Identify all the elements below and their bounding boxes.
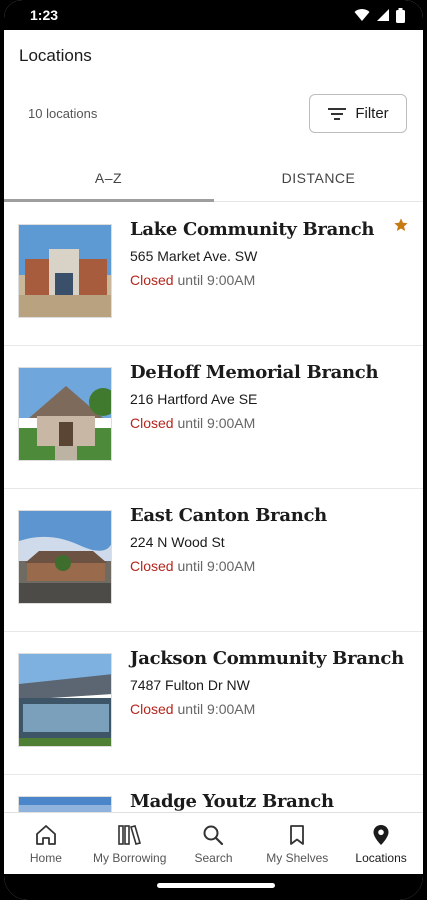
status-closed: Closed: [130, 272, 174, 288]
filter-label: Filter: [355, 105, 389, 122]
location-address: 224 N Wood St: [130, 534, 225, 550]
location-hours: Closed until 9:00AM: [130, 272, 255, 288]
location-row-jackson-community[interactable]: Jackson Community Branch 7487 Fulton Dr …: [4, 632, 423, 775]
nav-home[interactable]: Home: [4, 813, 88, 874]
bottom-navigation: Home My Borrowing Search My Shelves Loca…: [4, 812, 423, 874]
bookmark-icon: [290, 825, 305, 845]
status-closed: Closed: [130, 415, 174, 431]
search-icon: [203, 825, 224, 846]
hours-until: until 9:00AM: [173, 272, 256, 288]
device-frame: 1:23 Locations 10 locations Filter A–Z D…: [0, 0, 427, 900]
nav-my-borrowing[interactable]: My Borrowing: [88, 813, 172, 874]
gesture-handle[interactable]: [157, 883, 275, 888]
status-closed: Closed: [130, 701, 174, 717]
tab-indicator: [4, 199, 214, 202]
location-row-madge-youtz[interactable]: Madge Youtz Branch: [4, 775, 423, 813]
location-hours: Closed until 9:00AM: [130, 415, 255, 431]
location-hours: Closed until 9:00AM: [130, 701, 255, 717]
location-photo: [18, 224, 112, 318]
battery-icon: [396, 7, 405, 23]
nav-locations[interactable]: Locations: [339, 813, 423, 874]
location-photo: [18, 367, 112, 461]
page-title: Locations: [19, 46, 92, 65]
locations-count: 10 locations: [28, 106, 98, 121]
nav-my-shelves[interactable]: My Shelves: [255, 813, 339, 874]
status-bar: 1:23: [4, 0, 423, 30]
filter-icon: [328, 107, 347, 120]
location-hours: Closed until 9:00AM: [130, 558, 255, 574]
sort-tabs: A–Z DISTANCE: [4, 156, 423, 202]
status-icons: [354, 7, 405, 23]
location-photo: [18, 653, 112, 747]
location-name: East Canton Branch: [130, 505, 327, 526]
location-row-lake-community[interactable]: Lake Community Branch 565 Market Ave. SW…: [4, 203, 423, 346]
location-row-dehoff-memorial[interactable]: DeHoff Memorial Branch 216 Hartford Ave …: [4, 346, 423, 489]
location-name: DeHoff Memorial Branch: [130, 362, 379, 383]
location-address: 7487 Fulton Dr NW: [130, 677, 250, 693]
favorite-star-icon[interactable]: [393, 217, 409, 233]
app-screen: 1:23 Locations 10 locations Filter A–Z D…: [4, 0, 423, 900]
location-address: 216 Hartford Ave SE: [130, 391, 258, 407]
nav-label: Locations: [355, 851, 407, 865]
nav-label: Home: [29, 851, 62, 865]
nav-label: Search: [194, 851, 233, 865]
nav-label: My Shelves: [266, 851, 329, 865]
status-closed: Closed: [130, 558, 174, 574]
nav-search[interactable]: Search: [172, 813, 256, 874]
books-icon: [117, 825, 141, 845]
wifi-icon: [354, 9, 370, 21]
location-name: Lake Community Branch: [130, 219, 375, 240]
signal-icon: [377, 9, 389, 21]
location-photo: [18, 796, 112, 813]
location-pin-icon: [373, 825, 389, 845]
tab-a-z[interactable]: A–Z: [4, 156, 213, 200]
tab-distance[interactable]: DISTANCE: [214, 156, 423, 200]
locations-list: Lake Community Branch 565 Market Ave. SW…: [4, 203, 423, 813]
location-address: 565 Market Ave. SW: [130, 248, 258, 264]
status-time: 1:23: [30, 7, 59, 23]
location-photo: [18, 510, 112, 604]
home-icon: [35, 825, 56, 845]
hours-until: until 9:00AM: [173, 558, 256, 574]
nav-label: My Borrowing: [93, 851, 167, 865]
location-name: Madge Youtz Branch: [130, 791, 334, 812]
hours-until: until 9:00AM: [173, 415, 256, 431]
location-row-east-canton[interactable]: East Canton Branch 224 N Wood St Closed …: [4, 489, 423, 632]
hours-until: until 9:00AM: [173, 701, 256, 717]
location-name: Jackson Community Branch: [130, 648, 404, 669]
filter-button[interactable]: Filter: [309, 94, 407, 133]
